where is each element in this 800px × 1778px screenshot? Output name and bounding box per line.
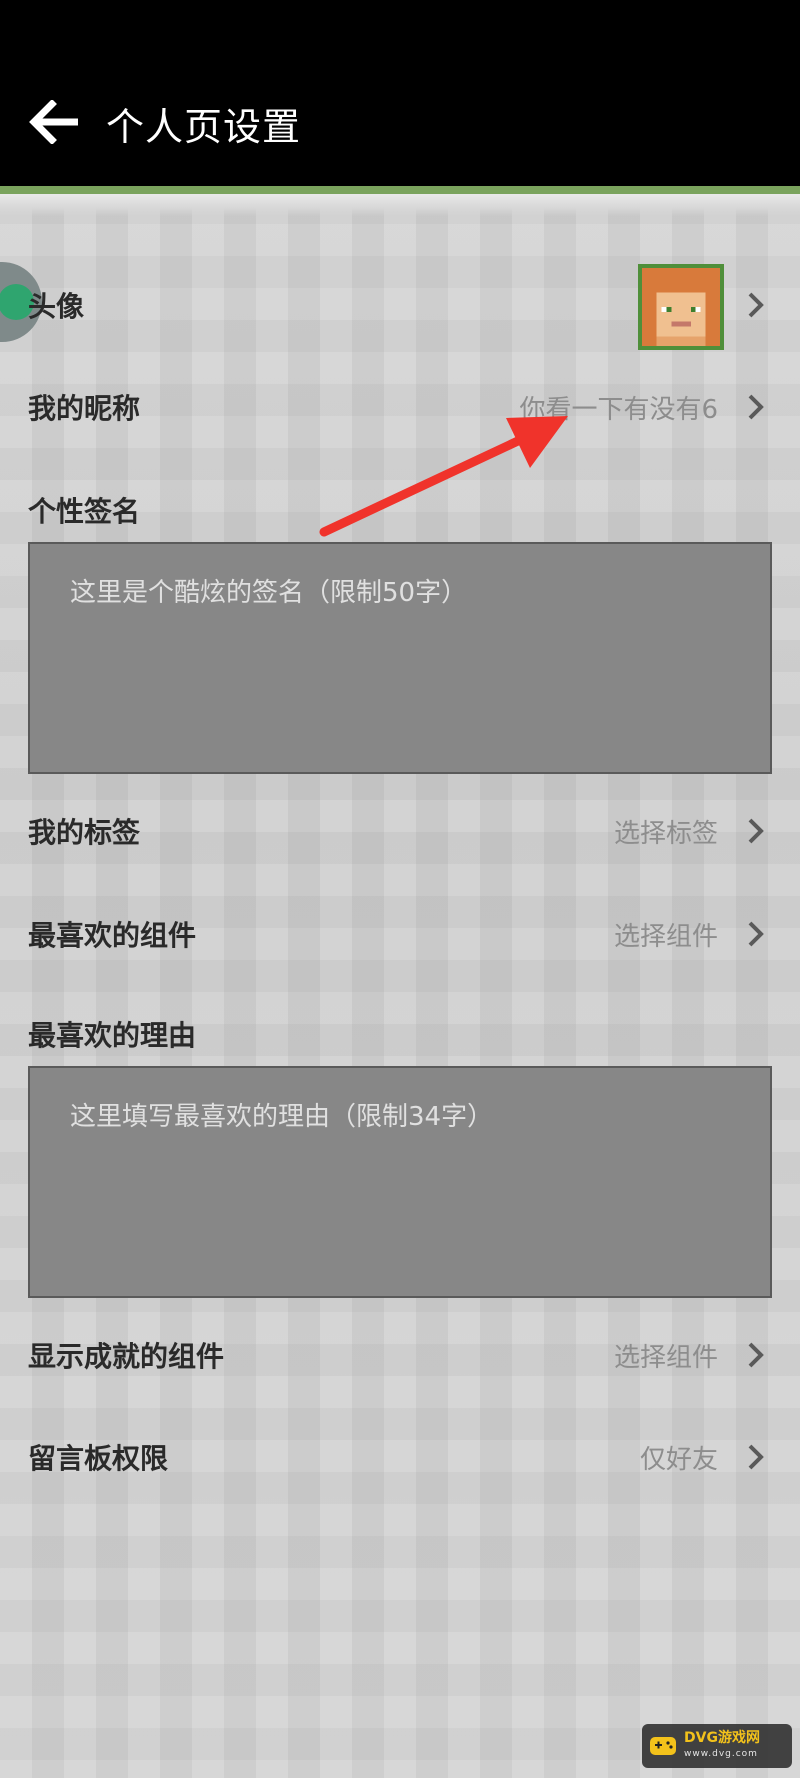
row-achievement-component[interactable]: 显示成就的组件 选择组件	[0, 1310, 800, 1400]
gamepad-icon	[650, 1737, 676, 1755]
app-header: 个人页设置	[0, 0, 800, 186]
signature-label: 个性签名	[28, 495, 141, 528]
chevron-right-icon	[748, 394, 764, 420]
avatar-pixel-face-icon	[642, 268, 720, 346]
row-nickname[interactable]: 我的昵称 你看一下有没有6	[0, 362, 800, 452]
row-message-board[interactable]: 留言板权限 仅好友	[0, 1412, 800, 1502]
favorite-reason-box	[28, 1066, 772, 1298]
chevron-right-icon	[748, 292, 764, 318]
header-accent-stripe	[0, 186, 800, 194]
back-button[interactable]	[24, 92, 84, 152]
watermark-subtext: www.dvg.com	[684, 1749, 758, 1759]
favorite-reason-input[interactable]	[30, 1068, 770, 1296]
watermark-text: DVG游戏网 www.dvg.com	[684, 1730, 760, 1762]
tags-value: 选择标签	[613, 818, 718, 849]
chevron-right-icon	[748, 1444, 764, 1470]
header-shadow	[0, 194, 800, 216]
favorite-component-value: 选择组件	[613, 921, 718, 952]
tags-label: 我的标签	[28, 816, 141, 849]
signature-input[interactable]	[30, 544, 770, 772]
signature-box	[28, 542, 772, 774]
profile-settings-page: 个人页设置 头像 我的昵称 你看一下有没有6 个性签名 这里是个酷炫的签名（限制…	[0, 0, 800, 1778]
achievement-component-label: 显示成就的组件	[28, 1340, 225, 1373]
achievement-component-value: 选择组件	[613, 1342, 718, 1373]
favorite-reason-label: 最喜欢的理由	[28, 1019, 197, 1052]
row-avatar[interactable]: 头像	[0, 260, 800, 350]
page-title: 个人页设置	[106, 105, 302, 149]
chevron-right-icon	[748, 1342, 764, 1368]
avatar[interactable]	[638, 264, 724, 350]
nickname-label: 我的昵称	[28, 392, 141, 425]
row-tags[interactable]: 我的标签 选择标签	[0, 786, 800, 876]
row-favorite-component[interactable]: 最喜欢的组件 选择组件	[0, 889, 800, 979]
favorite-component-label: 最喜欢的组件	[28, 919, 197, 952]
watermark-logo: DVG游戏网 www.dvg.com	[642, 1724, 792, 1768]
avatar-label: 头像	[28, 290, 85, 323]
message-board-label: 留言板权限	[28, 1442, 169, 1475]
nickname-value: 你看一下有没有6	[519, 394, 718, 425]
message-board-value: 仅好友	[639, 1444, 718, 1475]
back-arrow-icon	[29, 100, 78, 144]
chevron-right-icon	[748, 921, 764, 947]
chevron-right-icon	[748, 818, 764, 844]
